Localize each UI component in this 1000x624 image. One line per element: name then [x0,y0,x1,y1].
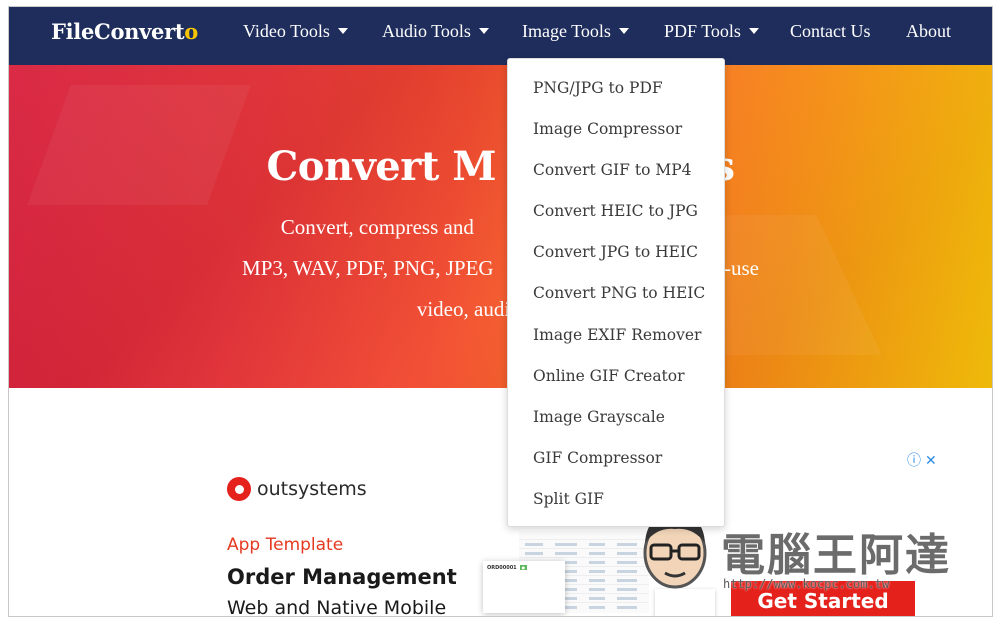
hero-subtitle-line-1: Convert, compress and (MP4, MOV, [280,215,721,239]
hero-title: Convert M Files [266,143,735,190]
ad-brand-logo[interactable]: outsystems [227,477,367,501]
ad-subtitle: Web and Native Mobile [227,597,447,617]
nav-label: Audio Tools [382,21,471,41]
image-tools-dropdown-menu: PNG/JPG to PDF Image Compressor Convert … [507,58,725,527]
caret-down-icon [618,27,629,34]
logo-accent-letter: o [184,19,198,44]
menu-item-convert-jpg-to-heic[interactable]: Convert JPG to HEIC [533,243,698,261]
ad-title[interactable]: Order Management [227,565,457,589]
site-logo[interactable]: FileConverto [51,19,198,44]
nav-label: About [906,21,951,41]
logo-text: FileConvert [51,19,185,44]
top-navbar: FileConverto Video Tools Audio Tools Ima… [9,7,992,65]
menu-item-image-compressor[interactable]: Image Compressor [533,120,682,138]
hero-subtitle-line-2: MP3, WAV, PDF, PNG, JPEG our easy-to-use [242,256,759,280]
mock-order-id: ORD00001 [487,565,517,571]
nav-label: Image Tools [522,21,611,41]
info-icon[interactable]: ⓘ [907,453,921,469]
ad-kicker: App Template [227,535,344,555]
menu-item-image-exif-remover[interactable]: Image EXIF Remover [533,326,701,344]
caret-down-icon [478,27,489,34]
nav-label: Video Tools [243,21,330,41]
close-icon[interactable]: ✕ [925,453,937,469]
ad-choices-badge[interactable]: ⓘ ✕ [907,450,937,470]
nav-video-tools[interactable]: Video Tools [243,21,348,42]
menu-item-gif-compressor[interactable]: GIF Compressor [533,449,662,467]
browser-viewport: FileConverto Video Tools Audio Tools Ima… [8,6,993,617]
outsystems-logo-icon [227,477,251,501]
menu-item-image-grayscale[interactable]: Image Grayscale [533,408,665,426]
nav-contact-us[interactable]: Contact Us [790,21,871,42]
watermark-text: 電腦王阿達 [721,530,951,581]
nav-label: PDF Tools [664,21,741,41]
caret-down-icon [748,27,759,34]
caret-down-icon [337,27,348,34]
nav-about[interactable]: About [906,21,951,42]
menu-item-online-gif-creator[interactable]: Online GIF Creator [533,367,685,385]
menu-item-convert-png-to-heic[interactable]: Convert PNG to HEIC [533,284,705,302]
menu-item-png-jpg-to-pdf[interactable]: PNG/JPG to PDF [533,79,663,97]
ad-mock-order-card: ORD00001 ● [483,561,565,613]
nav-image-tools[interactable]: Image Tools [522,21,629,42]
watermark-url: http://www.kocpc.com.tw [723,577,890,591]
hero-subtitle-line-3: video, audi [416,297,511,321]
nav-label: Contact Us [790,21,871,41]
nav-pdf-tools[interactable]: PDF Tools [664,21,759,42]
menu-item-split-gif[interactable]: Split GIF [533,490,604,508]
ad-brand-name: outsystems [257,478,367,500]
menu-item-convert-heic-to-jpg[interactable]: Convert HEIC to JPG [533,202,698,220]
hero-banner: Convert M Files Convert, compress and (M… [9,65,992,388]
mock-status-badge: ● [519,565,528,570]
nav-audio-tools[interactable]: Audio Tools [382,21,489,42]
menu-item-convert-gif-to-mp4[interactable]: Convert GIF to MP4 [533,161,692,179]
